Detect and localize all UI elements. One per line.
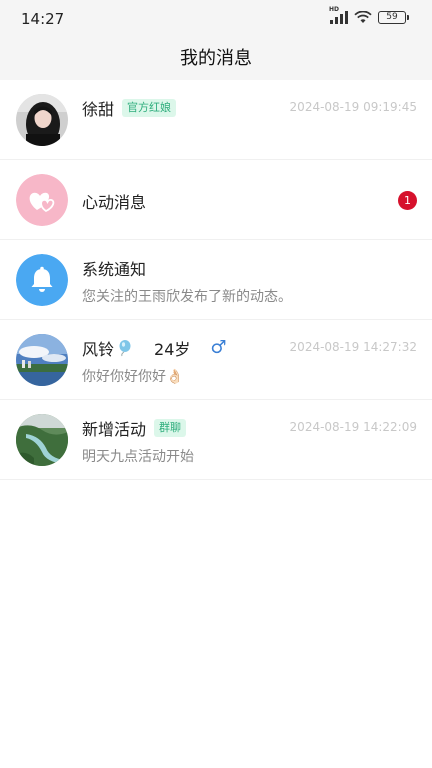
- message-item-activity[interactable]: 新增活动 群聊 2024-08-19 14:22:09 明天九点活动开始: [0, 400, 432, 480]
- battery-icon: 59: [378, 11, 409, 24]
- heart-avatar: [16, 174, 68, 226]
- group-chat-tag: 群聊: [154, 419, 187, 437]
- male-icon: ♂: [210, 337, 227, 358]
- message-list: 徐甜 官方红娘 2024-08-19 09:19:45 心动消息 1 系统通知 …: [0, 80, 432, 480]
- wifi-icon: [354, 11, 372, 23]
- bell-icon: [16, 254, 68, 306]
- unread-badge: 1: [398, 191, 417, 210]
- contact-name: 徐甜: [82, 100, 115, 119]
- message-time: 2024-08-19 09:19:45: [289, 100, 417, 114]
- message-item-heart[interactable]: 心动消息 1: [0, 160, 432, 240]
- avatar: [16, 94, 68, 146]
- status-bar: 14:27 HD 59: [0, 0, 432, 36]
- heart-icon: [16, 174, 68, 226]
- avatar: [16, 334, 68, 386]
- status-icons: HD 59: [329, 6, 409, 24]
- message-preview: 您关注的王雨欣发布了新的动态。: [82, 289, 292, 305]
- contact-name: 风铃: [82, 340, 115, 359]
- message-time: 2024-08-19 14:27:32: [289, 340, 417, 354]
- message-item-xutian[interactable]: 徐甜 官方红娘 2024-08-19 09:19:45: [0, 80, 432, 160]
- network-type: HD: [329, 6, 340, 13]
- signal-icon: HD: [329, 6, 348, 24]
- official-tag: 官方红娘: [122, 99, 177, 117]
- message-preview: 你好你好你好👌🏻: [82, 369, 184, 385]
- contact-name: 新增活动: [82, 420, 147, 439]
- message-time: 2024-08-19 14:22:09: [289, 420, 417, 434]
- bell-avatar: [16, 254, 68, 306]
- contact-name: 系统通知: [82, 260, 147, 279]
- title-bar: 我的消息: [0, 36, 432, 80]
- message-item-fengling[interactable]: 风铃 24岁 ♂ 2024-08-19 14:27:32 你好你好你好👌🏻: [0, 320, 432, 400]
- avatar: [16, 414, 68, 466]
- age-label: 24岁: [154, 340, 191, 359]
- contact-name: 心动消息: [82, 193, 147, 212]
- balloon-icon: [119, 340, 131, 357]
- message-preview: 明天九点活动开始: [82, 449, 194, 465]
- page-title: 我的消息: [180, 48, 252, 69]
- message-item-system[interactable]: 系统通知 您关注的王雨欣发布了新的动态。: [0, 240, 432, 320]
- status-time: 14:27: [21, 10, 65, 28]
